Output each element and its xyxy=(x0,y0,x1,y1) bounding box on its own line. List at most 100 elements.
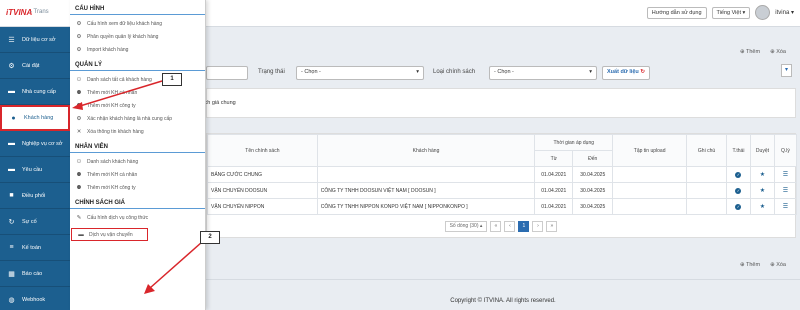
sidebar-item-webhook[interactable]: ◍ Webhook xyxy=(0,287,70,310)
sidebar-item-customers[interactable]: ● Khách hàng xyxy=(0,105,70,131)
logo-subtitle: - Trans xyxy=(30,9,49,15)
cell-status[interactable]: ✓ xyxy=(725,182,751,199)
cell-file xyxy=(612,182,688,199)
rows-per-page-label: Số dòng (30) xyxy=(449,223,479,229)
next-page-button[interactable]: › xyxy=(532,221,544,232)
user-add-icon: ⚉ xyxy=(76,102,82,109)
menu-item-staff-add-individual[interactable]: ⚉ Thêm mới KH cá nhân xyxy=(70,168,205,181)
cell-manage[interactable]: ☰ xyxy=(773,166,798,183)
chart-icon: ▦ xyxy=(8,270,15,278)
toggle-button[interactable]: ▾ xyxy=(781,64,792,77)
export-button[interactable]: Xuất dữ liệu ↻ xyxy=(602,66,650,80)
sidebar-item-settings[interactable]: ⚙ Cài đặt xyxy=(0,53,70,79)
filter-bar: Trạng thái - Chọn - ▾ Loại chính sách - C… xyxy=(206,64,800,86)
sidebar-item-label: Nhà cung cấp xyxy=(22,88,56,95)
col-to: Đến xyxy=(572,150,614,167)
add-button-bottom[interactable]: ⊕ Thêm xyxy=(740,262,760,268)
gear-icon: ⚙ xyxy=(76,115,82,122)
menu-item-label: Cấu hình xem dữ liệu khách hàng xyxy=(87,20,163,27)
policy-type-select[interactable]: - Chọn - ▾ xyxy=(489,66,597,80)
export-label: Xuất dữ liệu xyxy=(607,69,639,75)
gear-icon: ⚙ xyxy=(8,62,15,70)
sidebar-item-dispatch[interactable]: ■ Điều phối xyxy=(0,183,70,209)
sidebar-item-reports[interactable]: ▦ Báo cáo xyxy=(0,261,70,287)
language-value: Tiếng Việt xyxy=(716,9,741,16)
cell-manage[interactable]: ☰ xyxy=(773,182,798,199)
delete-label: Xóa xyxy=(776,49,786,55)
refresh-icon: ↻ xyxy=(640,69,645,75)
list-icon: ☰ xyxy=(782,188,789,194)
policy-type-value: - Chọn - xyxy=(494,69,514,75)
last-page-button[interactable]: » xyxy=(546,221,558,232)
add-button[interactable]: ⊕ Thêm xyxy=(740,49,760,55)
policy-table: Tên chính sách Khách hàng Thời gian áp d… xyxy=(206,133,798,238)
status-value: - Chọn - xyxy=(301,69,321,75)
delete-label: Xóa xyxy=(776,262,786,268)
menu-item-config-view[interactable]: ⚙ Cấu hình xem dữ liệu khách hàng xyxy=(70,17,205,30)
cell-to: 30.04.2025 xyxy=(572,182,614,199)
sidebar-item-label: Cài đặt xyxy=(22,62,40,69)
delete-button[interactable]: ⊕ Xóa xyxy=(770,49,786,55)
sidebar-item-label: Nghiệp vụ cơ sở xyxy=(22,140,63,147)
sidebar-item-requests[interactable]: ▬ Yêu cầu xyxy=(0,157,70,183)
star-icon: ★ xyxy=(759,172,766,178)
menu-item-add-individual[interactable]: ⚉ Thêm mới KH cá nhân xyxy=(70,86,205,99)
callout-2: 2 xyxy=(200,231,220,244)
first-page-button[interactable]: « xyxy=(490,221,502,232)
cell-customer xyxy=(316,166,536,183)
avatar[interactable] xyxy=(755,5,771,20)
menu-item-label: Import khách hàng xyxy=(87,46,129,53)
menu-item-permissions[interactable]: ⚙ Phân quyền quản lý khách hàng xyxy=(70,30,205,43)
chevron-down-icon: ▾ xyxy=(589,69,592,75)
status-select[interactable]: - Chọn - ▾ xyxy=(296,66,424,80)
menu-item-customer-list[interactable]: ⚇ Danh sách khách hàng xyxy=(70,155,205,168)
plus-icon: ⊕ xyxy=(770,262,775,268)
cell-approve[interactable]: ★ xyxy=(749,182,775,199)
gear-icon: ⚙ xyxy=(76,33,82,40)
table-row[interactable]: BẢNG CƯỚC CHUNG 01.04.2021 30.04.2025 ✓ … xyxy=(207,166,798,183)
cell-manage[interactable]: ☰ xyxy=(773,198,798,215)
callout-1: 1 xyxy=(162,73,182,86)
menu-item-delete-customer[interactable]: ✕ Xóa thông tin khách hàng xyxy=(70,125,205,138)
col-note: Ghi chú xyxy=(686,134,727,167)
sidebar-item-label: Yêu cầu xyxy=(22,166,43,173)
col-status: T.thái xyxy=(725,134,751,167)
sidebar-item-label: Kế toán xyxy=(22,244,41,251)
menu-item-shipping-service[interactable]: ▬ Dịch vụ vận chuyển xyxy=(71,228,148,241)
rows-per-page-select[interactable]: Số dòng (30) ▴ xyxy=(444,221,488,232)
guide-button[interactable]: Hướng dẫn sử dụng xyxy=(646,6,707,19)
panel-text: ích giá chung xyxy=(203,100,236,106)
menu-item-label: Thêm mới KH công ty xyxy=(87,102,136,109)
menu-item-all-customers[interactable]: ⚇ Danh sách tất cả khách hàng xyxy=(70,73,205,86)
sidebar-item-accounting[interactable]: ≡ Kế toán xyxy=(0,235,70,261)
delete-button-bottom[interactable]: ⊕ Xóa xyxy=(770,262,786,268)
language-select[interactable]: Tiếng Việt ▾ xyxy=(711,6,751,19)
col-manage: Q.lý xyxy=(773,134,798,167)
cell-approve[interactable]: ★ xyxy=(749,166,775,183)
sidebar-item-incidents[interactable]: ↻ Sự cố xyxy=(0,209,70,235)
table-row[interactable]: VẬN CHUYỂN NIPPON CÔNG TY TNHH NIPPON KO… xyxy=(207,198,798,215)
users-icon: ⚇ xyxy=(76,76,82,83)
prev-page-button[interactable]: ‹ xyxy=(504,221,516,232)
current-page-button[interactable]: 1 xyxy=(518,221,530,232)
table-row[interactable]: VẬN CHUYỂN DOOSUN CÔNG TY TNHH DOOSUN VI… xyxy=(207,182,798,199)
menu-section-manage: QUẢN LÝ xyxy=(70,60,205,71)
menu-item-add-company[interactable]: ⚉ Thêm mới KH công ty xyxy=(70,99,205,112)
menu-item-formula-config[interactable]: ✎ Cấu hình dịch vụ công thức xyxy=(70,211,205,224)
cell-status[interactable]: ✓ xyxy=(725,166,751,183)
sidebar-item-suppliers[interactable]: ▬ Nhà cung cấp xyxy=(0,79,70,105)
sidebar-item-operations[interactable]: ▬ Nghiệp vụ cơ sở xyxy=(0,131,70,157)
sidebar-item-base-data[interactable]: ☰ Dữ liệu cơ sở xyxy=(0,27,70,53)
list-icon: ☰ xyxy=(782,204,789,210)
col-from: Từ xyxy=(534,150,574,167)
cell-note xyxy=(686,182,727,199)
check-icon: ✓ xyxy=(735,187,742,194)
menu-item-staff-add-company[interactable]: ⚉ Thêm mới KH công ty xyxy=(70,181,205,194)
menu-item-confirm-supplier[interactable]: ⚙ Xác nhận khách hàng là nhà cung cấp xyxy=(70,112,205,125)
cell-status[interactable]: ✓ xyxy=(725,198,751,215)
user-name[interactable]: itvina ▾ xyxy=(775,9,794,16)
menu-item-label: Xác nhận khách hàng là nhà cung cấp xyxy=(87,115,173,122)
cell-approve[interactable]: ★ xyxy=(749,198,775,215)
keyword-input[interactable] xyxy=(206,66,248,80)
menu-item-import[interactable]: ⚙ Import khách hàng xyxy=(70,43,205,56)
